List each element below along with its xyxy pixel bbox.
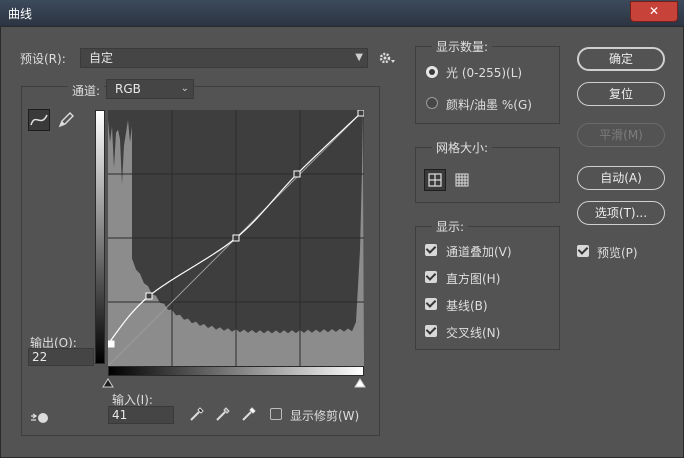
grid-size-title: 网格大小: xyxy=(432,139,493,156)
input-field[interactable]: 41 xyxy=(108,406,174,424)
input-gradient-bar xyxy=(108,366,364,376)
eyedropper-gray-icon xyxy=(216,407,230,421)
detailed-grid-button[interactable] xyxy=(452,170,472,190)
histogram-label: 直方图(H) xyxy=(446,272,501,286)
curve-control-point[interactable] xyxy=(357,110,364,117)
close-button[interactable]: ✕ xyxy=(630,1,678,22)
channel-select[interactable]: RGB ⌄ xyxy=(106,79,194,99)
targeted-adjustment-icon[interactable] xyxy=(30,410,52,426)
grid-10-icon xyxy=(455,173,469,187)
histogram-checkbox[interactable] xyxy=(425,271,437,283)
gear-icon[interactable] xyxy=(378,50,398,66)
window-title: 曲线 xyxy=(8,7,33,21)
preset-label: 预设(R): xyxy=(20,52,66,66)
baseline-checkbox[interactable] xyxy=(425,298,437,310)
curve-icon xyxy=(30,114,48,126)
curve-point-tool-button[interactable] xyxy=(28,109,50,131)
black-point-slider[interactable] xyxy=(102,378,114,388)
curve-control-point[interactable] xyxy=(232,234,240,242)
curve-graph[interactable] xyxy=(108,110,364,366)
pigment-radio[interactable] xyxy=(426,97,438,109)
channel-overlays-checkbox[interactable] xyxy=(425,244,437,256)
chevron-down-icon: ⌄ xyxy=(180,83,189,94)
display-title: 显示: xyxy=(432,218,469,235)
grid-4-icon xyxy=(428,173,442,187)
eyedropper-black-icon xyxy=(190,407,204,421)
preset-value: 自定 xyxy=(89,51,114,65)
baseline-label: 基线(B) xyxy=(446,299,488,313)
preview-checkbox[interactable] xyxy=(577,245,589,257)
smooth-button[interactable]: 平滑(M) xyxy=(577,123,665,147)
white-eyedropper-button[interactable] xyxy=(240,405,258,423)
curve-control-point[interactable] xyxy=(108,340,115,348)
chevron-down-icon: ▼ xyxy=(355,52,363,63)
intersection-line-checkbox[interactable] xyxy=(425,325,437,337)
eyedropper-white-icon xyxy=(242,407,256,421)
curve-control-point[interactable] xyxy=(145,292,153,300)
show-clipping-checkbox[interactable] xyxy=(270,408,282,420)
ok-button[interactable]: 确定 xyxy=(577,47,665,71)
title-bar: 曲线 ✕ xyxy=(0,0,684,26)
reset-button[interactable]: 复位 xyxy=(577,82,665,106)
show-amount-title: 显示数量: xyxy=(432,38,493,55)
black-eyedropper-button[interactable] xyxy=(188,405,206,423)
light-radio-label: 光 (0-255)(L) xyxy=(446,66,523,80)
channel-value: RGB xyxy=(115,82,141,96)
output-field[interactable]: 22 xyxy=(28,348,94,366)
pencil-icon xyxy=(58,112,74,128)
intersection-line-label: 交叉线(N) xyxy=(446,326,501,340)
options-button[interactable]: 选项(T)... xyxy=(577,201,665,225)
gray-eyedropper-button[interactable] xyxy=(214,405,232,423)
auto-button[interactable]: 自动(A) xyxy=(577,166,665,190)
output-gradient-bar xyxy=(95,110,105,364)
pigment-radio-label: 颜料/油墨 %(G) xyxy=(446,98,532,112)
show-clipping-label: 显示修剪(W) xyxy=(290,409,360,423)
preview-label: 预览(P) xyxy=(597,246,638,260)
channel-overlays-label: 通道叠加(V) xyxy=(446,245,512,259)
pencil-tool-button[interactable] xyxy=(56,110,76,130)
light-radio[interactable] xyxy=(426,66,438,78)
curve-control-point[interactable] xyxy=(293,170,301,178)
simple-grid-button[interactable] xyxy=(424,169,446,191)
preset-select[interactable]: 自定 ▼ xyxy=(80,48,368,68)
channel-label: 通道: xyxy=(68,82,105,99)
white-point-slider[interactable] xyxy=(354,378,366,388)
